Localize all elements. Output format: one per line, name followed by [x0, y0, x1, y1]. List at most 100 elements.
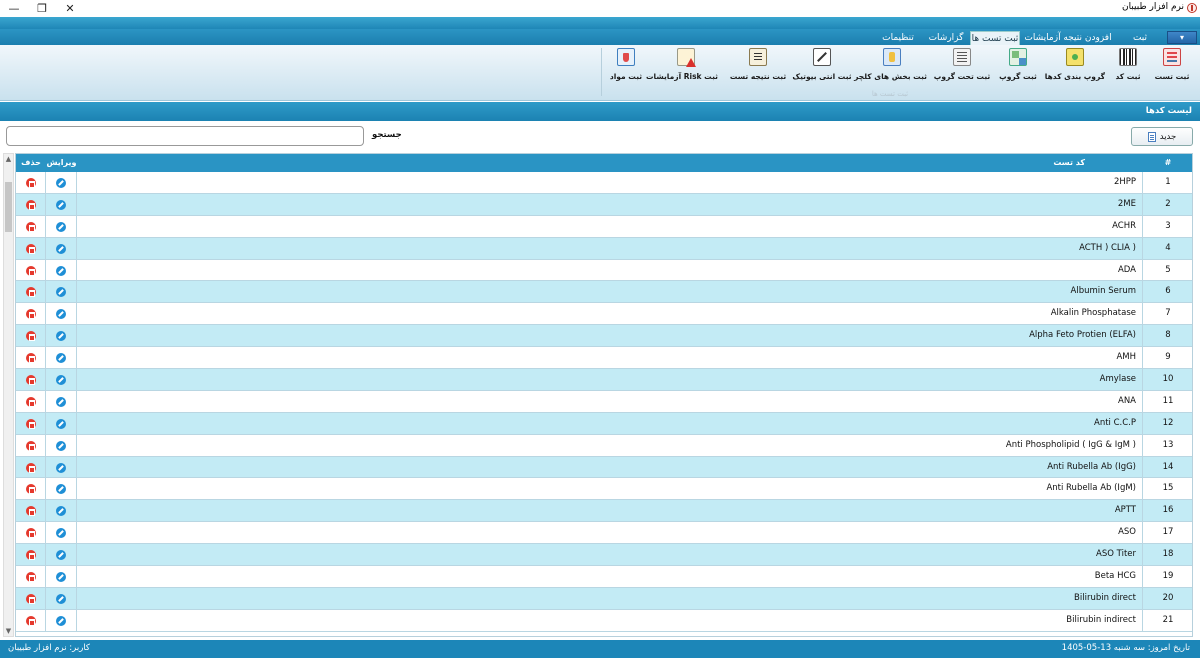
table-row[interactable]: Bilirubin indirect 21	[16, 609, 1192, 632]
edit-icon[interactable]	[56, 396, 66, 407]
edit-icon[interactable]	[56, 177, 66, 188]
edit-icon[interactable]	[56, 199, 66, 210]
delete-cell[interactable]	[16, 434, 46, 457]
table-row[interactable]: Anti Phospholipid ( IgG & IgM ) 13	[16, 434, 1192, 457]
delete-icon[interactable]	[25, 374, 36, 385]
edit-cell[interactable]	[46, 587, 77, 610]
delete-cell[interactable]	[16, 412, 46, 435]
edit-icon[interactable]	[56, 484, 66, 495]
tab-add-results[interactable]: افزودن نتیجه آزمایشات	[1022, 31, 1114, 45]
tab-reports[interactable]: گزارشات	[926, 31, 966, 45]
register-test-button[interactable]: ثبت تست	[1150, 48, 1194, 81]
scroll-down-icon[interactable]: ▼	[4, 626, 13, 636]
edit-icon[interactable]	[56, 353, 66, 364]
delete-cell[interactable]	[16, 587, 46, 610]
register-materials-button[interactable]: ثبت مواد	[606, 48, 646, 81]
table-row[interactable]: Anti C.C.P 12	[16, 412, 1192, 435]
delete-icon[interactable]	[25, 593, 36, 604]
delete-cell[interactable]	[16, 281, 46, 304]
edit-icon[interactable]	[56, 309, 66, 320]
table-row[interactable]: ADA 5	[16, 259, 1192, 282]
delete-icon[interactable]	[25, 177, 36, 188]
grid-scrollbar[interactable]: ▲ ▼	[3, 153, 14, 637]
edit-cell[interactable]	[46, 347, 77, 370]
delete-icon[interactable]	[25, 418, 36, 429]
edit-cell[interactable]	[46, 193, 77, 216]
tab-register-tests[interactable]: ثبت تست ها	[970, 31, 1020, 45]
delete-icon[interactable]	[25, 528, 36, 539]
edit-icon[interactable]	[56, 374, 66, 385]
register-risk-button[interactable]: ثبت Risk آزمایشات	[646, 48, 718, 81]
edit-cell[interactable]	[46, 434, 77, 457]
edit-cell[interactable]	[46, 412, 77, 435]
tab-record-info[interactable]: ثبت اطلاعات	[1118, 31, 1162, 57]
delete-icon[interactable]	[25, 615, 36, 626]
edit-icon[interactable]	[56, 418, 66, 429]
delete-cell[interactable]	[16, 609, 46, 632]
edit-icon[interactable]	[56, 440, 66, 451]
edit-icon[interactable]	[56, 550, 66, 561]
table-row[interactable]: ACHR 3	[16, 215, 1192, 238]
delete-icon[interactable]	[25, 353, 36, 364]
delete-icon[interactable]	[25, 221, 36, 232]
search-input[interactable]	[6, 126, 364, 146]
edit-cell[interactable]	[46, 215, 77, 238]
new-button[interactable]: جدید	[1131, 127, 1193, 146]
edit-icon[interactable]	[56, 593, 66, 604]
delete-cell[interactable]	[16, 478, 46, 501]
table-row[interactable]: Anti Rubella Ab (IgG) 14	[16, 456, 1192, 479]
delete-cell[interactable]	[16, 237, 46, 260]
delete-icon[interactable]	[25, 287, 36, 298]
delete-cell[interactable]	[16, 259, 46, 282]
delete-icon[interactable]	[25, 484, 36, 495]
edit-icon[interactable]	[56, 462, 66, 473]
maximize-button[interactable]: ❐	[28, 0, 56, 16]
edit-cell[interactable]	[46, 478, 77, 501]
table-row[interactable]: ANA 11	[16, 390, 1192, 413]
edit-icon[interactable]	[56, 331, 66, 342]
edit-cell[interactable]	[46, 544, 77, 567]
delete-icon[interactable]	[25, 506, 36, 517]
delete-cell[interactable]	[16, 500, 46, 523]
delete-cell[interactable]	[16, 325, 46, 348]
edit-icon[interactable]	[56, 221, 66, 232]
delete-cell[interactable]	[16, 347, 46, 370]
edit-cell[interactable]	[46, 390, 77, 413]
delete-icon[interactable]	[25, 571, 36, 582]
delete-cell[interactable]	[16, 566, 46, 588]
edit-icon[interactable]	[56, 265, 66, 276]
delete-icon[interactable]	[25, 396, 36, 407]
delete-cell[interactable]	[16, 369, 46, 391]
edit-icon[interactable]	[56, 615, 66, 626]
header-number[interactable]: #	[1143, 154, 1192, 172]
delete-icon[interactable]	[25, 199, 36, 210]
table-row[interactable]: APTT 16	[16, 500, 1192, 523]
delete-cell[interactable]	[16, 193, 46, 216]
scroll-up-icon[interactable]: ▲	[4, 154, 13, 164]
register-antibiotic-button[interactable]: ثبت انتی بیوتیک	[792, 48, 852, 81]
delete-icon[interactable]	[25, 331, 36, 342]
register-culture-button[interactable]: ثبت بخش های کلچر	[854, 48, 927, 81]
delete-cell[interactable]	[16, 215, 46, 238]
delete-cell[interactable]	[16, 544, 46, 567]
delete-icon[interactable]	[25, 550, 36, 561]
delete-cell[interactable]	[16, 390, 46, 413]
table-row[interactable]: ASO 17	[16, 522, 1192, 545]
ribbon-menu-button[interactable]: ▾	[1167, 31, 1197, 44]
register-subgroup-button[interactable]: ثبت تحت گروپ	[932, 48, 992, 81]
table-row[interactable]: ACTH ) CLIA ) 4	[16, 237, 1192, 260]
edit-cell[interactable]	[46, 172, 77, 194]
register-code-button[interactable]: ثبت کد	[1108, 48, 1148, 81]
delete-icon[interactable]	[25, 243, 36, 254]
table-row[interactable]: Alpha Feto Protien (ELFA) 8	[16, 325, 1192, 348]
edit-cell[interactable]	[46, 609, 77, 632]
register-group-button[interactable]: ثبت گروپ	[996, 48, 1040, 81]
delete-icon[interactable]	[25, 309, 36, 320]
delete-cell[interactable]	[16, 172, 46, 194]
delete-cell[interactable]	[16, 303, 46, 326]
table-row[interactable]: 2HPP 1	[16, 172, 1192, 194]
edit-cell[interactable]	[46, 456, 77, 479]
table-row[interactable]: Anti Rubella Ab (IgM) 15	[16, 478, 1192, 501]
delete-icon[interactable]	[25, 265, 36, 276]
table-row[interactable]: Bilirubin direct 20	[16, 587, 1192, 610]
